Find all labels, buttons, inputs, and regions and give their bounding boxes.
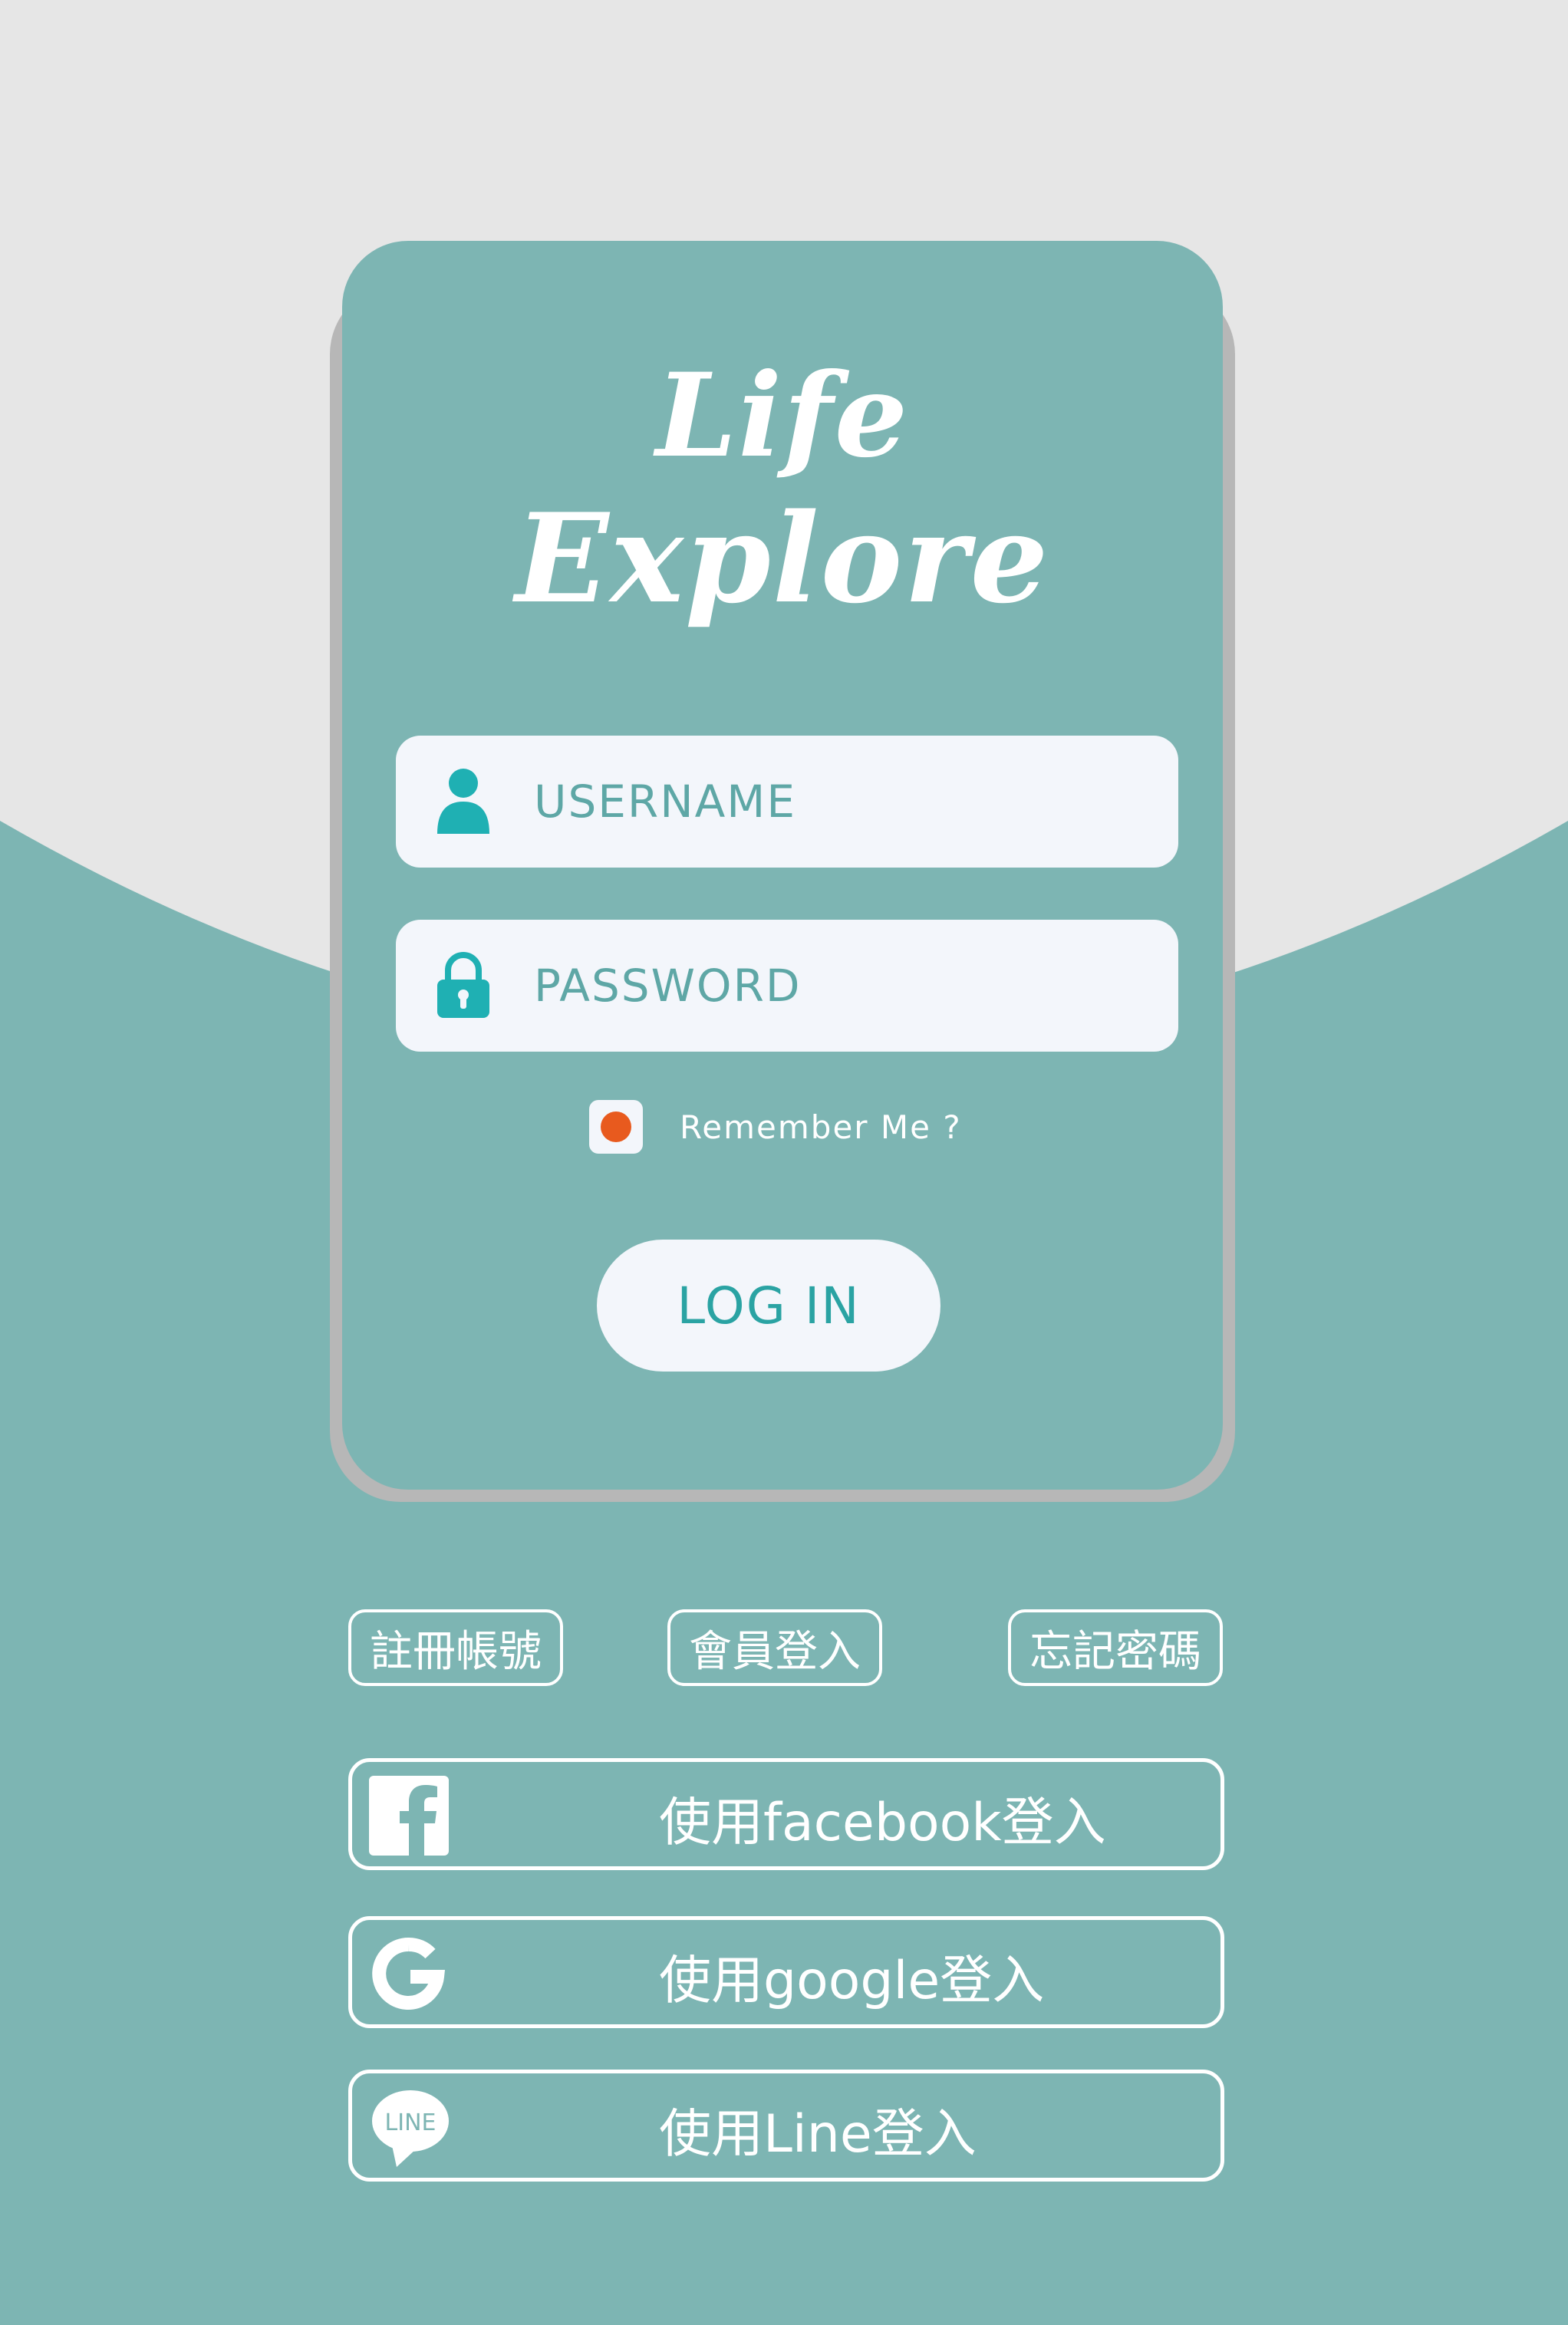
remember-me[interactable]: Remember Me ? [589, 1100, 962, 1154]
lock-icon [437, 952, 489, 1018]
line-login-button[interactable]: LINE 使用Line登入 [348, 2070, 1224, 2182]
line-login-label: 使用Line登入 [659, 2103, 977, 2165]
google-icon [372, 1937, 446, 2010]
svg-text:LINE: LINE [385, 2109, 436, 2136]
logo-line-2: Explore [515, 486, 1050, 631]
logo-line-1: Life [655, 348, 910, 483]
google-login-label: 使用google登入 [659, 1950, 1045, 2011]
password-input[interactable] [534, 943, 1148, 1029]
username-field[interactable] [396, 736, 1178, 868]
register-link[interactable]: 註冊帳號 [348, 1609, 563, 1686]
remember-checked-dot [601, 1111, 631, 1142]
line-icon: LINE [372, 2090, 449, 2167]
forgot-password-link[interactable]: 忘記密碼 [1008, 1609, 1223, 1686]
remember-checkbox[interactable] [589, 1100, 643, 1154]
facebook-login-label: 使用facebook登入 [659, 1792, 1106, 1853]
user-icon [437, 769, 489, 834]
member-login-link[interactable]: 會員登入 [667, 1609, 882, 1686]
google-login-button[interactable]: 使用google登入 [348, 1916, 1224, 2028]
username-input[interactable] [534, 759, 1148, 845]
password-field[interactable] [396, 920, 1178, 1052]
login-card: Life Explore Remember Me ? LOG IN [342, 241, 1223, 1490]
facebook-login-button[interactable]: 使用facebook登入 [348, 1758, 1224, 1870]
facebook-icon [369, 1776, 449, 1856]
remember-label: Remember Me ? [680, 1108, 962, 1146]
login-button[interactable]: LOG IN [597, 1240, 940, 1372]
